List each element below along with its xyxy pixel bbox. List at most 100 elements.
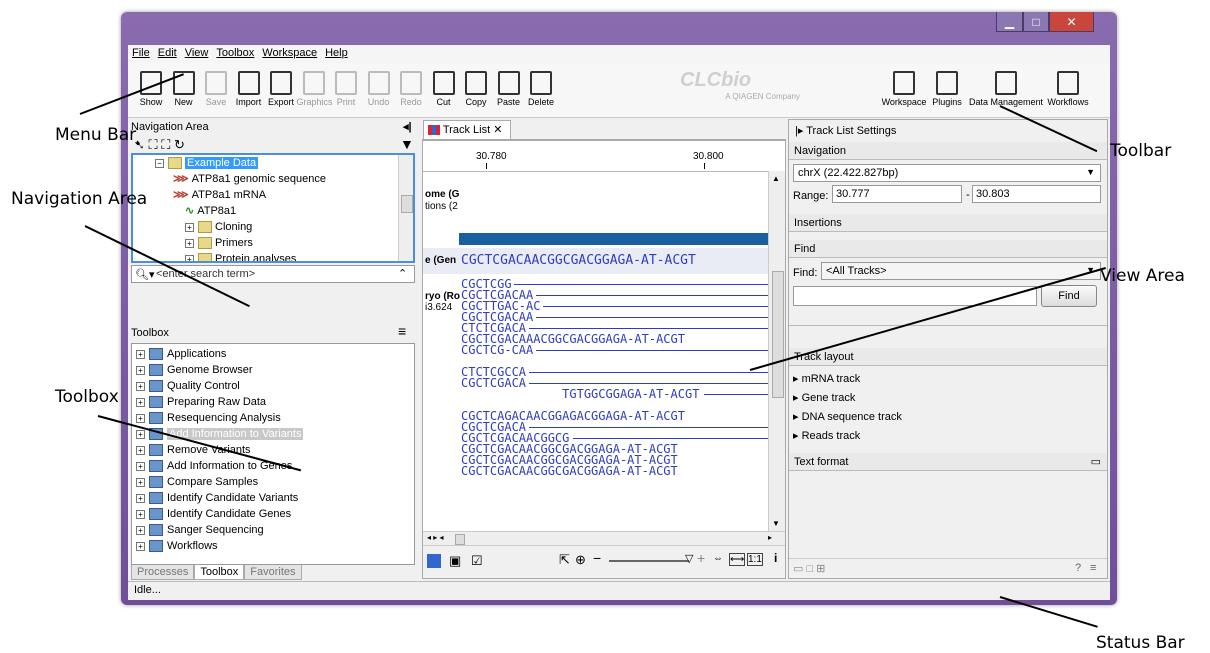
expand-search-icon[interactable]: ⌃ <box>398 267 407 280</box>
folder-icon[interactable]: ▭ <box>1091 455 1101 468</box>
find-button[interactable]: Find <box>1041 285 1097 307</box>
graphics-button[interactable]: Graphics <box>297 71 333 107</box>
edit-view-icon[interactable]: ☑ <box>471 553 483 569</box>
insertions-section-header[interactable]: Insertions <box>789 214 1107 232</box>
expand-toggle-icon[interactable]: + <box>136 429 145 439</box>
toolbox-item[interactable]: + Applications <box>136 346 412 362</box>
workflows-button[interactable]: Workflows <box>1042 71 1094 107</box>
tab-processes[interactable]: Processes <box>131 565 195 580</box>
undo-button[interactable]: Undo <box>362 71 396 107</box>
expand-icon[interactable]: |▸ <box>795 125 803 137</box>
help-icon[interactable]: ? <box>1075 562 1081 574</box>
refresh-icon[interactable]: ↻ <box>174 137 185 152</box>
expand-toggle-icon[interactable]: + <box>136 461 145 471</box>
export-button[interactable]: Export <box>264 71 298 107</box>
chromosome-select[interactable]: chrX (22.422.827bp) ▼ <box>793 164 1101 182</box>
tab-favorites[interactable]: Favorites <box>244 565 302 580</box>
fit-width-icon[interactable]: ⇔ <box>713 553 723 564</box>
toolbox-item[interactable]: + Remove Variants <box>136 442 412 458</box>
expand-toggle-icon[interactable]: + <box>136 365 145 375</box>
toolbox-item[interactable]: + Add Information to Genes <box>136 458 412 474</box>
track-layout-item[interactable]: ▸ Reads track <box>793 427 1093 446</box>
expand-toggle-icon[interactable]: + <box>136 349 145 359</box>
find-track-select[interactable]: <All Tracks> ▼ <box>821 262 1101 280</box>
menu-toolbox[interactable]: Toolbox <box>212 45 258 63</box>
text-format-section-header[interactable]: Text format ▭ <box>789 453 1107 471</box>
navigation-item[interactable]: ⋙ ATP8a1 genomic sequence <box>155 171 403 187</box>
find-section-header[interactable]: Find <box>789 240 1107 258</box>
navigation-item[interactable]: ⋙ ATP8a1 mRNA <box>155 187 403 203</box>
collapse-icon[interactable]: ◂| <box>403 120 412 133</box>
navigation-item[interactable]: + Protein analyses <box>155 251 403 261</box>
track-layout-section-header[interactable]: Track layout <box>789 348 1107 366</box>
import-button[interactable]: Import <box>232 71 266 107</box>
add-folder-icon[interactable]: ⛶ <box>149 137 158 152</box>
expand-toggle-icon[interactable]: + <box>185 254 194 261</box>
table-view-icon[interactable]: ▣ <box>449 553 461 569</box>
view-horizontal-scrollbar[interactable]: ◂ ▸ ◂ ▸ <box>423 531 785 546</box>
minimize-button[interactable]: ▁ <box>996 12 1023 32</box>
expand-toggle-icon[interactable]: − <box>155 158 164 168</box>
track-layout-item[interactable]: ▸ DNA sequence track <box>793 408 1093 427</box>
expand-toggle-icon[interactable]: + <box>136 413 145 423</box>
add-element-icon[interactable]: ⛶ <box>161 137 170 152</box>
gene-annotation-bar[interactable] <box>459 233 768 245</box>
toolbox-menu-icon[interactable]: ≡ <box>398 323 406 339</box>
cut-button[interactable]: Cut <box>427 71 461 107</box>
toolbox-item[interactable]: + Sanger Sequencing <box>136 522 412 538</box>
copy-button[interactable]: Copy <box>459 71 493 107</box>
paste-button[interactable]: Paste <box>492 71 526 107</box>
selection-tool-icon[interactable]: ⇱ <box>559 552 570 568</box>
toolbox-item[interactable]: + Quality Control <box>136 378 412 394</box>
menu-workspace[interactable]: Workspace <box>258 45 321 63</box>
close-window-button[interactable]: ✕ <box>1049 12 1094 32</box>
expand-toggle-icon[interactable]: + <box>185 238 194 248</box>
toolbox-item[interactable]: + Workflows <box>136 538 412 554</box>
toolbox-item[interactable]: + Genome Browser <box>136 362 412 378</box>
plugins-button[interactable]: Plugins <box>928 71 966 107</box>
toolbox-item[interactable]: + Compare Samples <box>136 474 412 490</box>
toolbox-item[interactable]: + Resequencing Analysis <box>136 410 412 426</box>
maximize-button[interactable]: □ <box>1023 12 1049 32</box>
redo-button[interactable]: Redo <box>394 71 428 107</box>
expand-toggle-icon[interactable]: + <box>136 445 145 455</box>
save-button[interactable]: Save <box>199 71 233 107</box>
save-settings-icon[interactable]: ▭ □ ⊞ <box>793 562 825 575</box>
toolbox-item[interactable]: + Add Information to Variants <box>136 426 412 442</box>
close-tab-icon[interactable]: ✕ <box>493 124 502 136</box>
delete-button[interactable]: Delete <box>524 71 558 107</box>
filter-icon[interactable]: ▼ <box>400 136 414 152</box>
workspace-button[interactable]: Workspace <box>876 71 932 107</box>
search-icon[interactable]: 🔍︎▾ <box>135 268 155 281</box>
read-row[interactable]: TGTGGCGGAGA-AT-ACGT <box>461 388 768 400</box>
zoom-plus-icon[interactable]: + <box>697 550 705 566</box>
expand-toggle-icon[interactable]: + <box>136 477 145 487</box>
navigation-scrollbar[interactable] <box>398 155 413 261</box>
print-button[interactable]: Print <box>329 71 363 107</box>
navigation-section-header[interactable]: Navigation <box>789 142 1107 160</box>
zoom-out-icon[interactable]: − <box>593 550 601 566</box>
range-to-input[interactable]: 30.803 <box>972 185 1101 203</box>
range-from-input[interactable]: 30.777 <box>832 185 962 203</box>
menu-help[interactable]: Help <box>321 45 352 63</box>
menu-file[interactable]: File <box>128 45 154 63</box>
menu-view[interactable]: View <box>181 45 213 63</box>
zoom-slider[interactable] <box>609 560 689 562</box>
menu-edit[interactable]: Edit <box>154 45 181 63</box>
expand-toggle-icon[interactable]: + <box>136 381 145 391</box>
navigation-item[interactable]: + Primers <box>155 235 403 251</box>
expand-toggle-icon[interactable]: + <box>136 493 145 503</box>
data-management-button[interactable]: Data Management <box>966 71 1046 107</box>
expand-toggle-icon[interactable]: + <box>136 509 145 519</box>
tab-track-list[interactable]: Track List ✕ <box>423 120 511 139</box>
toolbox-item[interactable]: + Identify Candidate Variants <box>136 490 412 506</box>
zoom-base-icon[interactable]: 1:1 <box>747 553 763 566</box>
expand-toggle-icon[interactable]: + <box>136 525 145 535</box>
navigation-item[interactable]: − Example Data <box>155 155 403 171</box>
read-row[interactable]: CGCTCG-CAA <box>461 344 768 356</box>
track-view-icon[interactable] <box>427 554 441 568</box>
settings-menu-icon[interactable]: ≡ <box>1090 562 1096 574</box>
expand-toggle-icon[interactable]: + <box>136 397 145 407</box>
expand-toggle-icon[interactable]: + <box>185 222 194 232</box>
navigation-item[interactable]: + Cloning <box>155 219 403 235</box>
